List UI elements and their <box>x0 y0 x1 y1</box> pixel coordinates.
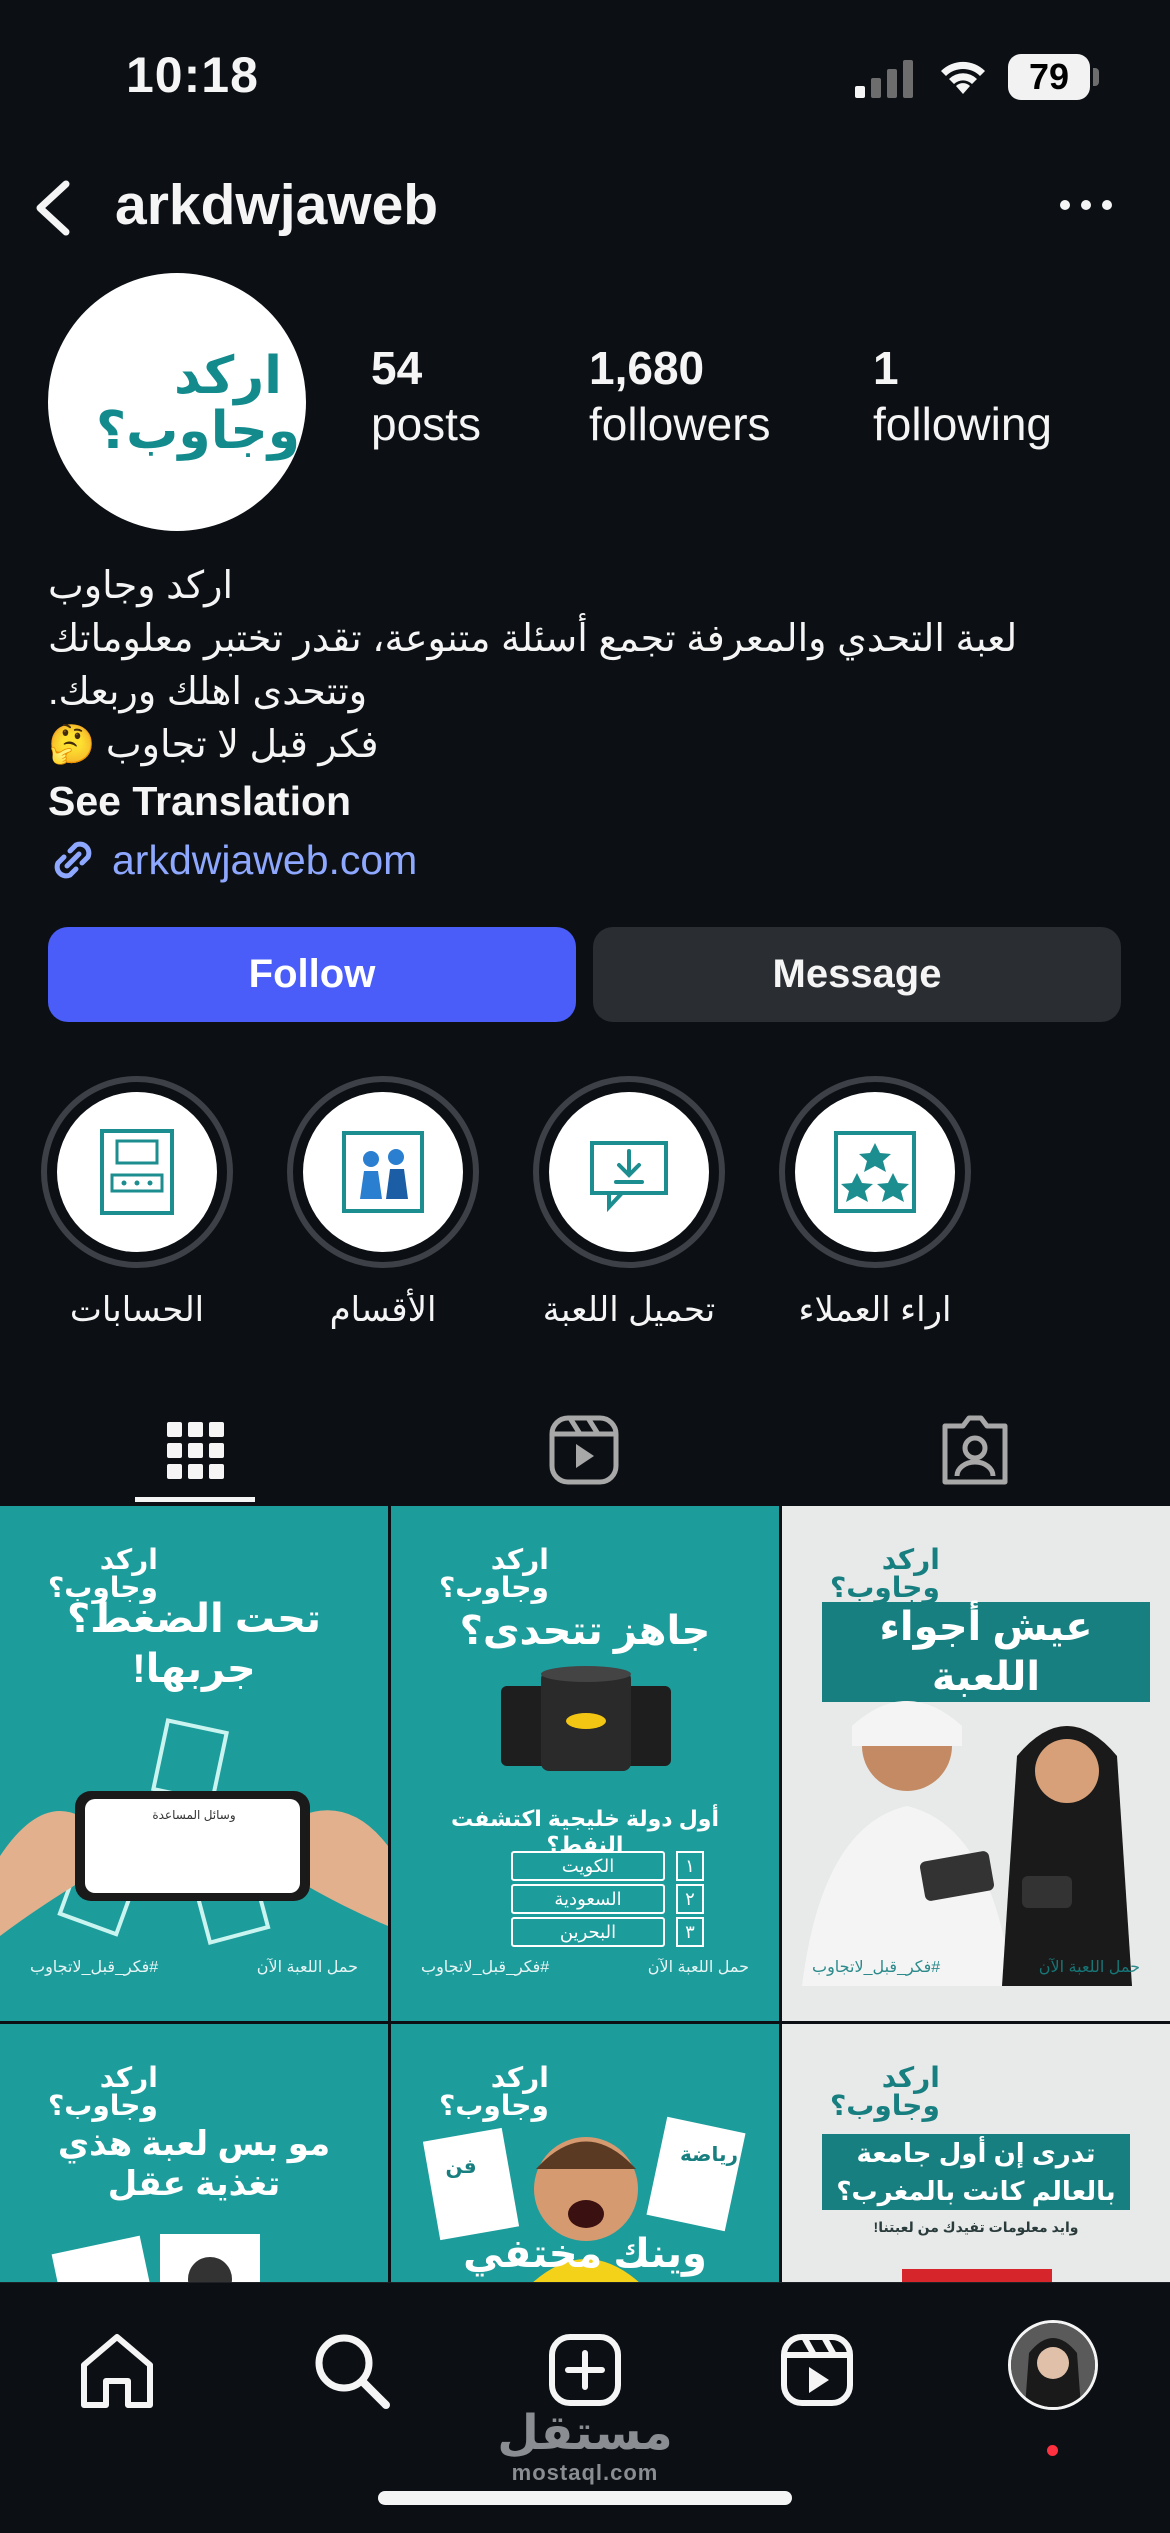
svg-text:اركد: اركد <box>174 346 282 406</box>
post-thumbnail[interactable]: اركد وجاوب؟ فن رياضة وينك مختفي <box>391 2024 779 2282</box>
followers-count: 1,680 <box>589 342 705 394</box>
watermark-latin: mostaql.com <box>511 2460 659 2485</box>
highlight-label: تحميل اللعبة <box>542 1291 716 1329</box>
post-thumbnail[interactable]: اركد وجاوب؟ تحت الضغط؟ جربها! وسائل المسا… <box>0 1506 388 2021</box>
post-logo: اركد وجاوب؟ <box>48 2062 158 2121</box>
home-icon[interactable] <box>72 2325 162 2415</box>
hands-phone-image <box>0 1718 388 1946</box>
highlight-label: اراء العملاء <box>798 1291 952 1329</box>
grid-icon[interactable] <box>135 1400 255 1500</box>
post-headline: جاهز تتحدى؟ <box>459 1609 711 1653</box>
link-icon <box>54 841 92 879</box>
post-footer: حمل اللعبة الآن #فكر_قبل_لاتجاوب <box>421 1959 749 1976</box>
reels-nav-icon[interactable] <box>772 2325 862 2415</box>
posts-grid: اركد وجاوب؟ تحت الضغط؟ جربها! وسائل المسا… <box>0 1506 1170 2282</box>
post-headline: تحت الضغط؟ جربها! <box>66 1597 322 1691</box>
post-logo: اركد وجاوب؟ <box>830 1544 940 1603</box>
status-time: 10:18 <box>126 47 259 103</box>
cellular-signal-icon <box>855 60 913 98</box>
watermark-arabic: مستقل <box>497 2407 673 2460</box>
more-options-icon[interactable] <box>1058 190 1114 220</box>
post-thumbnail[interactable]: اركد وجاوب؟ عيش أجواء اللعبة حمل اللعبة ا… <box>782 1506 1170 2021</box>
watermark: مستقل mostaql.com <box>490 2408 680 2486</box>
post-headline: وينك مختفي <box>463 2232 707 2276</box>
battery-tip <box>1093 68 1099 86</box>
bio-line: وتتحدى اهلك وربعك. <box>48 671 368 713</box>
post-logo: اركد وجاوب؟ <box>439 1544 549 1603</box>
followers-stat[interactable]: 1,680 followers <box>589 340 771 452</box>
red-book-shape <box>902 2269 1052 2282</box>
card-label: رياضة <box>680 2144 738 2166</box>
posts-stat: 54 posts <box>371 340 481 452</box>
highlight-sections[interactable]: الأقسام <box>286 1076 480 1330</box>
answer-option: الكويت <box>511 1851 665 1881</box>
highlight-download-game[interactable]: تحميل اللعبة <box>532 1076 726 1330</box>
following-label: following <box>873 398 1052 450</box>
user-avatar-image <box>1011 2323 1095 2407</box>
following-count: 1 <box>873 342 899 394</box>
cards-image <box>51 2234 260 2282</box>
bio-line: لعبة التحدي والمعرفة تجمع أسئلة متنوعة، … <box>48 618 1018 660</box>
svg-text:وجاوب؟: وجاوب؟ <box>96 401 300 461</box>
profile-nav-avatar[interactable] <box>1008 2320 1098 2410</box>
post-footer: حمل اللعبة الآن #فكر_قبل_لاتجاوب <box>30 1959 358 1976</box>
answer-number: ٢ <box>676 1884 704 1914</box>
post-logo: اركد وجاوب؟ <box>830 2062 940 2121</box>
posts-label: posts <box>371 398 481 450</box>
post-thumbnail[interactable]: اركد وجاوب؟ تدرى إن أول جامعة بالعالم كان… <box>782 2024 1170 2282</box>
post-headline: مو بس لعبة هذي تغذية عقل <box>57 2125 331 2203</box>
create-post-icon[interactable] <box>540 2325 630 2415</box>
answer-number: ٣ <box>676 1917 704 1947</box>
wifi-icon <box>941 61 985 94</box>
highlight-reviews[interactable]: اراء العملاء <box>778 1076 972 1330</box>
see-translation-link[interactable]: See Translation <box>48 778 351 825</box>
accounts-icon <box>100 1129 174 1215</box>
followers-label: followers <box>589 398 771 450</box>
follow-button[interactable]: Follow <box>48 927 576 1022</box>
post-subtitle: وايد معلومات تفيدك من لعبتنا! <box>873 2219 1079 2235</box>
profile-bio: اركد وجاوب لعبة التحدي والمعرفة تجمع أسئ… <box>48 560 1128 772</box>
active-tab-indicator <box>135 1497 255 1502</box>
post-logo: اركد وجاوب؟ <box>439 2062 549 2121</box>
sections-icon <box>342 1131 424 1213</box>
notification-dot <box>1047 2445 1058 2456</box>
profile-avatar[interactable]: اركد وجاوب؟ <box>48 273 306 531</box>
answer-number: ١ <box>676 1851 704 1881</box>
answer-option: البحرين <box>511 1917 665 1947</box>
highlight-accounts[interactable]: الحسابات <box>40 1076 234 1330</box>
answer-option: السعودية <box>511 1884 665 1914</box>
card-label: فن <box>445 2156 477 2178</box>
back-arrow-icon[interactable] <box>26 176 86 240</box>
bio-line: فكر قبل لا تجاوب 🤔 <box>48 724 379 766</box>
website-url: arkdwjaweb.com <box>112 836 418 883</box>
post-subtitle: وسائل المساعدة <box>152 1808 236 1822</box>
download-icon <box>590 1141 668 1213</box>
stars-icon <box>834 1131 916 1213</box>
post-thumbnail[interactable]: اركد وجاوب؟ جاهز تتحدى؟ أول دولة خليجية ا… <box>391 1506 779 2021</box>
battery-indicator: 79 <box>1008 54 1090 100</box>
bio-name: اركد وجاوب <box>48 565 234 607</box>
home-indicator[interactable] <box>378 2491 792 2505</box>
posts-count: 54 <box>371 342 423 394</box>
post-footer: حمل اللعبة الآن #فكر_قبل_لاتجاوب <box>812 1959 1140 1976</box>
highlight-label: الأقسام <box>329 1291 437 1329</box>
profile-username: arkdwjaweb <box>115 173 439 237</box>
search-icon[interactable] <box>306 2325 396 2415</box>
post-headline: تدرى إن أول جامعة بالعالم كانت بالمغرب؟ <box>822 2134 1130 2210</box>
reels-icon[interactable] <box>524 1400 644 1500</box>
highlight-label: الحسابات <box>69 1291 205 1329</box>
following-stat[interactable]: 1 following <box>873 340 1052 452</box>
website-link[interactable]: arkdwjaweb.com <box>48 835 417 885</box>
tagged-icon[interactable] <box>915 1400 1035 1500</box>
message-button[interactable]: Message <box>593 927 1121 1022</box>
brand-logo: اركد وجاوب؟ <box>96 346 300 461</box>
people-playing-image <box>802 1701 1132 1986</box>
oil-barrels-image <box>501 1666 671 1771</box>
post-thumbnail[interactable]: اركد وجاوب؟ مو بس لعبة هذي تغذية عقل <box>0 2024 388 2282</box>
